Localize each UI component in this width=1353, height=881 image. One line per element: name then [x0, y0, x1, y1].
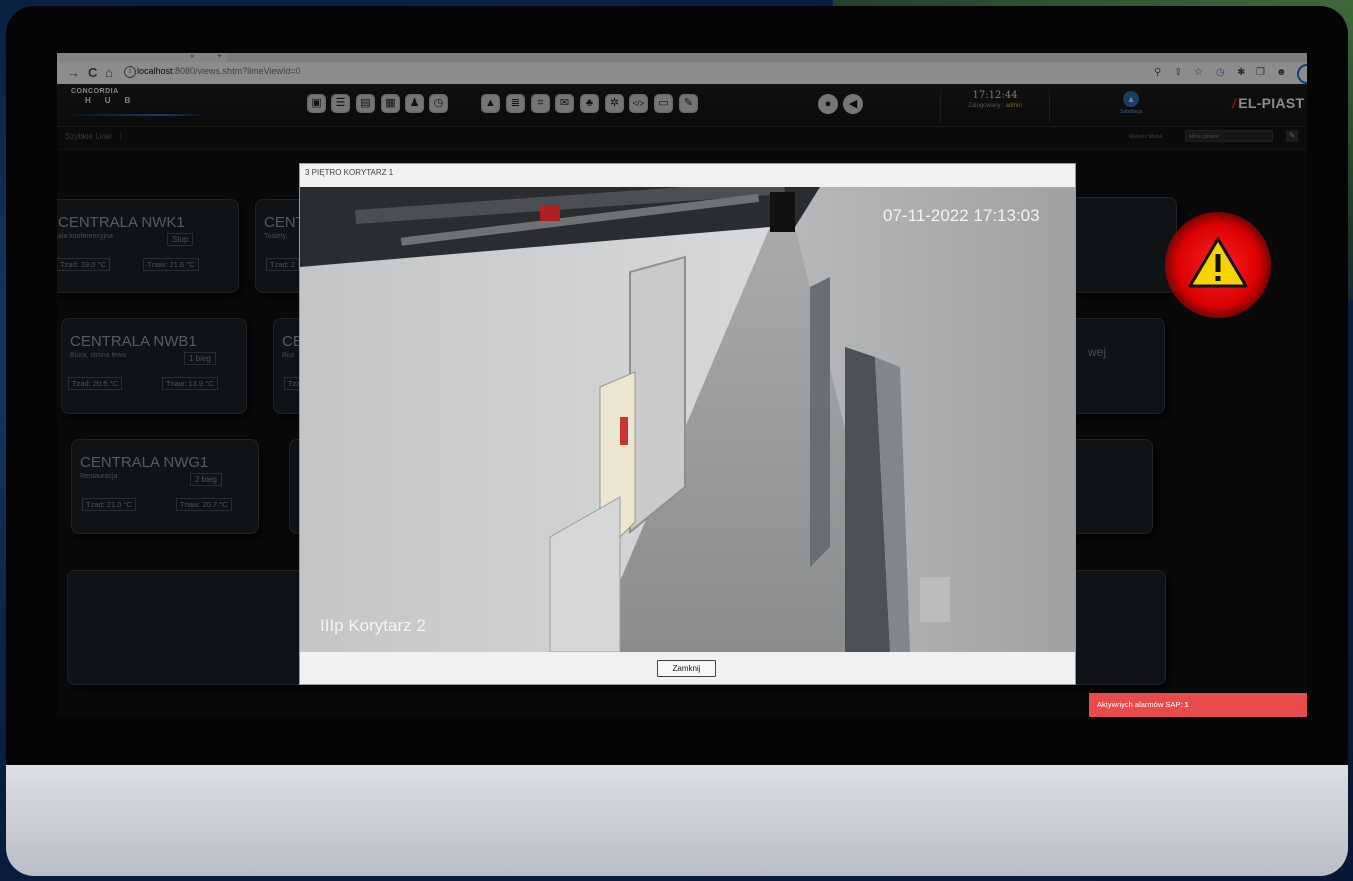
camera-feed: 07-11-2022 17:13:03 IIIp Korytarz 2 — [300, 187, 1075, 652]
camera-name: IIIp Korytarz 2 — [320, 616, 426, 635]
camera-timestamp: 07-11-2022 17:13:03 — [883, 206, 1040, 225]
warning-icon — [1188, 237, 1248, 288]
modal-title: 3 PIĘTRO KORYTARZ 1 — [305, 168, 394, 177]
corridor-image — [300, 187, 1075, 652]
warning-badge — [1165, 212, 1271, 318]
camera-modal: 3 PIĘTRO KORYTARZ 1 07-11-2022 17:13:03 … — [299, 163, 1076, 685]
sap-alarm-bar[interactable]: Aktywnych alarmów SAP: 1 — [1089, 693, 1307, 717]
monitor-chin — [6, 765, 1348, 876]
close-button[interactable]: Zamknij — [657, 660, 716, 677]
screen: × + → C ⌂ i localhost:8080/views.shtm?li… — [57, 53, 1307, 717]
monitor: × + → C ⌂ i localhost:8080/views.shtm?li… — [6, 6, 1348, 876]
